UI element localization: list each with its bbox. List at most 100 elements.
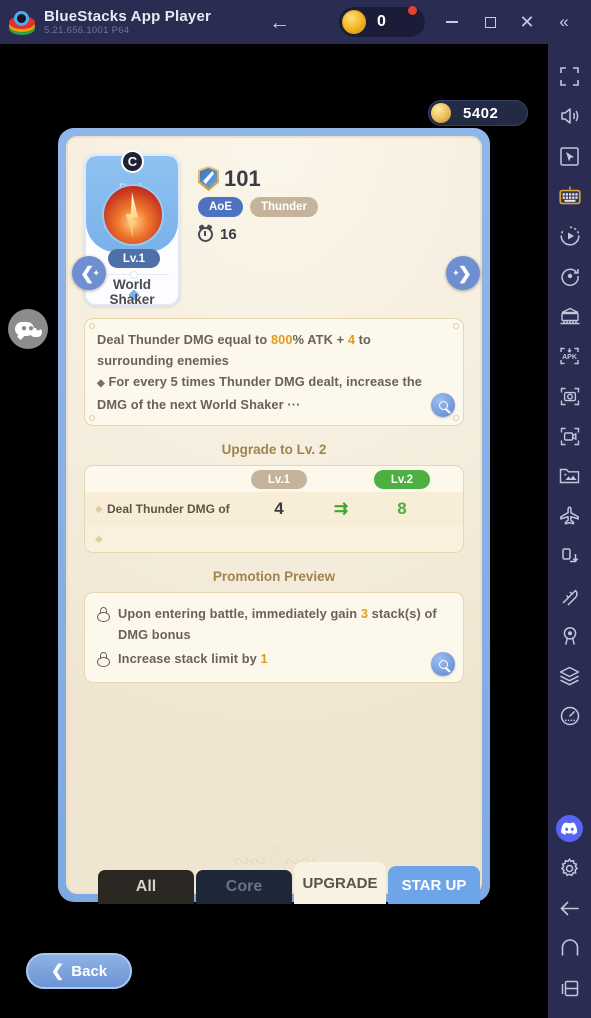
card-inner-panel: C Excl. Lv.1 World Sha — [66, 136, 482, 894]
sidebar-collapse-button[interactable]: « — [552, 10, 576, 34]
layers-icon[interactable] — [548, 656, 591, 696]
rotate-icon[interactable] — [548, 256, 591, 296]
description-magnifier-button[interactable] — [431, 393, 455, 417]
window-close-button[interactable]: ✕ — [515, 10, 539, 34]
fullscreen-icon[interactable] — [548, 56, 591, 96]
desc-highlight-flat: 4 — [347, 332, 356, 347]
bluestacks-logo-icon — [9, 9, 35, 35]
upgrade-col-new: Lv.2 — [374, 470, 430, 489]
gold-amount: 5402 — [463, 104, 499, 122]
media-manager-icon[interactable] — [548, 456, 591, 496]
tab-star-up[interactable]: STAR UP — [388, 866, 480, 904]
location-icon[interactable] — [548, 616, 591, 656]
settings-gear-icon[interactable] — [548, 848, 591, 888]
upgrade-row: ◆ — [85, 526, 463, 552]
bottom-tab-bar: All Core UPGRADE STAR UP — [98, 862, 480, 904]
svg-text:APK: APK — [562, 354, 577, 361]
bluestacks-titlebar: BlueStacks App Player 5.21.656.1001 P64 … — [0, 0, 591, 44]
upgrade-row: ◆ Deal Thunder DMG of 4 ⇉ 8 — [85, 492, 463, 526]
promotion-magnifier-button[interactable] — [431, 652, 455, 676]
performance-icon[interactable] — [548, 696, 591, 736]
upgrade-row-label: Deal Thunder DMG of — [107, 502, 230, 516]
promo-highlight: 3 — [360, 606, 369, 621]
hero-stats-block: 101 AoE Thunder 16 — [198, 154, 318, 306]
tag-row: AoE Thunder — [198, 197, 318, 217]
upgrade-section-title: Upgrade to Lv. 2 — [221, 442, 327, 457]
points-coin-icon — [342, 10, 366, 34]
tag-aoe: AoE — [198, 197, 243, 217]
desc-ellipsis: ··· — [287, 397, 301, 412]
promo-text-a: Upon entering battle, immediately gain — [118, 606, 361, 621]
titlebar-back-icon[interactable]: ← — [269, 12, 290, 33]
promo-highlight: 1 — [260, 651, 268, 666]
titlebar-text-group: BlueStacks App Player 5.21.656.1001 P64 — [44, 8, 211, 37]
upgrade-arrow-icon: ⇉ — [333, 499, 349, 518]
power-row: 101 — [198, 166, 318, 191]
chevron-left-icon: ❮ — [50, 963, 65, 980]
window-minimize-button[interactable] — [440, 10, 464, 34]
bluestacks-sidebar: APK — [548, 44, 591, 1018]
row-bullet-icon: ◆ — [95, 503, 103, 515]
volume-icon[interactable] — [548, 96, 591, 136]
keyboard-controls-icon[interactable] — [548, 176, 591, 216]
upgrade-header-row: Lv.1 Lv.2 — [85, 466, 463, 492]
promotion-preview-panel: Upon entering battle, immediately gain 3… — [84, 592, 464, 683]
eco-mode-icon[interactable] — [548, 576, 591, 616]
airplane-mode-icon[interactable] — [548, 496, 591, 536]
recent-apps-icon[interactable] — [548, 968, 591, 1008]
skill-icon — [104, 186, 162, 244]
macro-play-icon[interactable] — [548, 216, 591, 256]
chat-bubble-button[interactable]: ●●● — [8, 309, 48, 349]
skill-level-text: Lv.1 — [122, 252, 146, 265]
skill-description-panel: Deal Thunder DMG equal to 800% ATK + 4 t… — [84, 318, 464, 426]
next-skill-button[interactable]: ✦ ❯ — [446, 256, 480, 290]
bullet-diamond-icon: ◆ — [97, 378, 105, 389]
row-bullet-icon: ◆ — [95, 533, 103, 545]
back-button-label: Back — [71, 962, 108, 980]
promotion-item: Increase stack limit by 1 — [97, 648, 451, 669]
app-title: BlueStacks App Player — [44, 7, 212, 25]
promotion-item: Upon entering battle, immediately gain 3… — [97, 603, 451, 645]
promotion-section-title: Promotion Preview — [212, 569, 336, 584]
app-version: 5.21.656.1001 P64 — [44, 24, 130, 36]
cooldown-value: 16 — [220, 226, 237, 243]
tag-element: Thunder — [250, 197, 318, 217]
desc-highlight-percent: 800 — [270, 332, 293, 347]
rank-badge: C — [121, 150, 144, 173]
prev-skill-button[interactable]: ❮ ✦ — [72, 256, 106, 290]
tab-all[interactable]: All — [98, 870, 194, 904]
upgrade-comparison-panel: Lv.1 Lv.2 ◆ Deal Thunder DMG of 4 ⇉ 8 ◆ — [84, 465, 464, 553]
cursor-pointer-icon[interactable] — [548, 136, 591, 176]
home-icon[interactable] — [548, 928, 591, 968]
apk-install-icon[interactable]: APK — [548, 336, 591, 376]
hero-summary-row: C Excl. Lv.1 World Sha — [84, 150, 464, 306]
tab-core[interactable]: Core — [196, 870, 292, 904]
upgrade-row-old-value: 4 — [274, 499, 284, 518]
upgrade-row-new-value: 8 — [397, 499, 407, 518]
back-button[interactable]: ❮ Back — [26, 953, 132, 989]
discord-icon[interactable] — [548, 808, 591, 848]
gold-currency-display[interactable]: 5402 — [428, 100, 528, 126]
timer-icon — [198, 227, 213, 242]
points-count: 0 — [377, 13, 386, 30]
multi-instance-icon[interactable] — [548, 296, 591, 336]
rank-letter: C — [127, 154, 138, 169]
screenshot-icon[interactable] — [548, 376, 591, 416]
shield-sword-icon — [198, 166, 219, 191]
back-arrow-icon[interactable] — [548, 888, 591, 928]
lock-icon — [97, 652, 110, 667]
skill-description-text: Deal Thunder DMG equal to 800% ATK + 4 t… — [97, 332, 422, 412]
gold-coin-icon — [431, 103, 451, 123]
cooldown-row: 16 — [198, 226, 318, 243]
power-value: 101 — [224, 165, 261, 191]
lock-icon — [97, 607, 110, 622]
upgrade-col-old: Lv.1 — [251, 470, 307, 489]
skill-detail-card: C Excl. Lv.1 World Sha — [58, 128, 490, 902]
shake-icon[interactable] — [548, 536, 591, 576]
skill-level-pill: Lv.1 — [108, 249, 160, 268]
portrait-divider — [99, 271, 169, 279]
points-notification-dot — [408, 6, 417, 15]
window-maximize-button[interactable] — [478, 10, 502, 34]
record-video-icon[interactable] — [548, 416, 591, 456]
tab-upgrade[interactable]: UPGRADE — [294, 862, 386, 904]
